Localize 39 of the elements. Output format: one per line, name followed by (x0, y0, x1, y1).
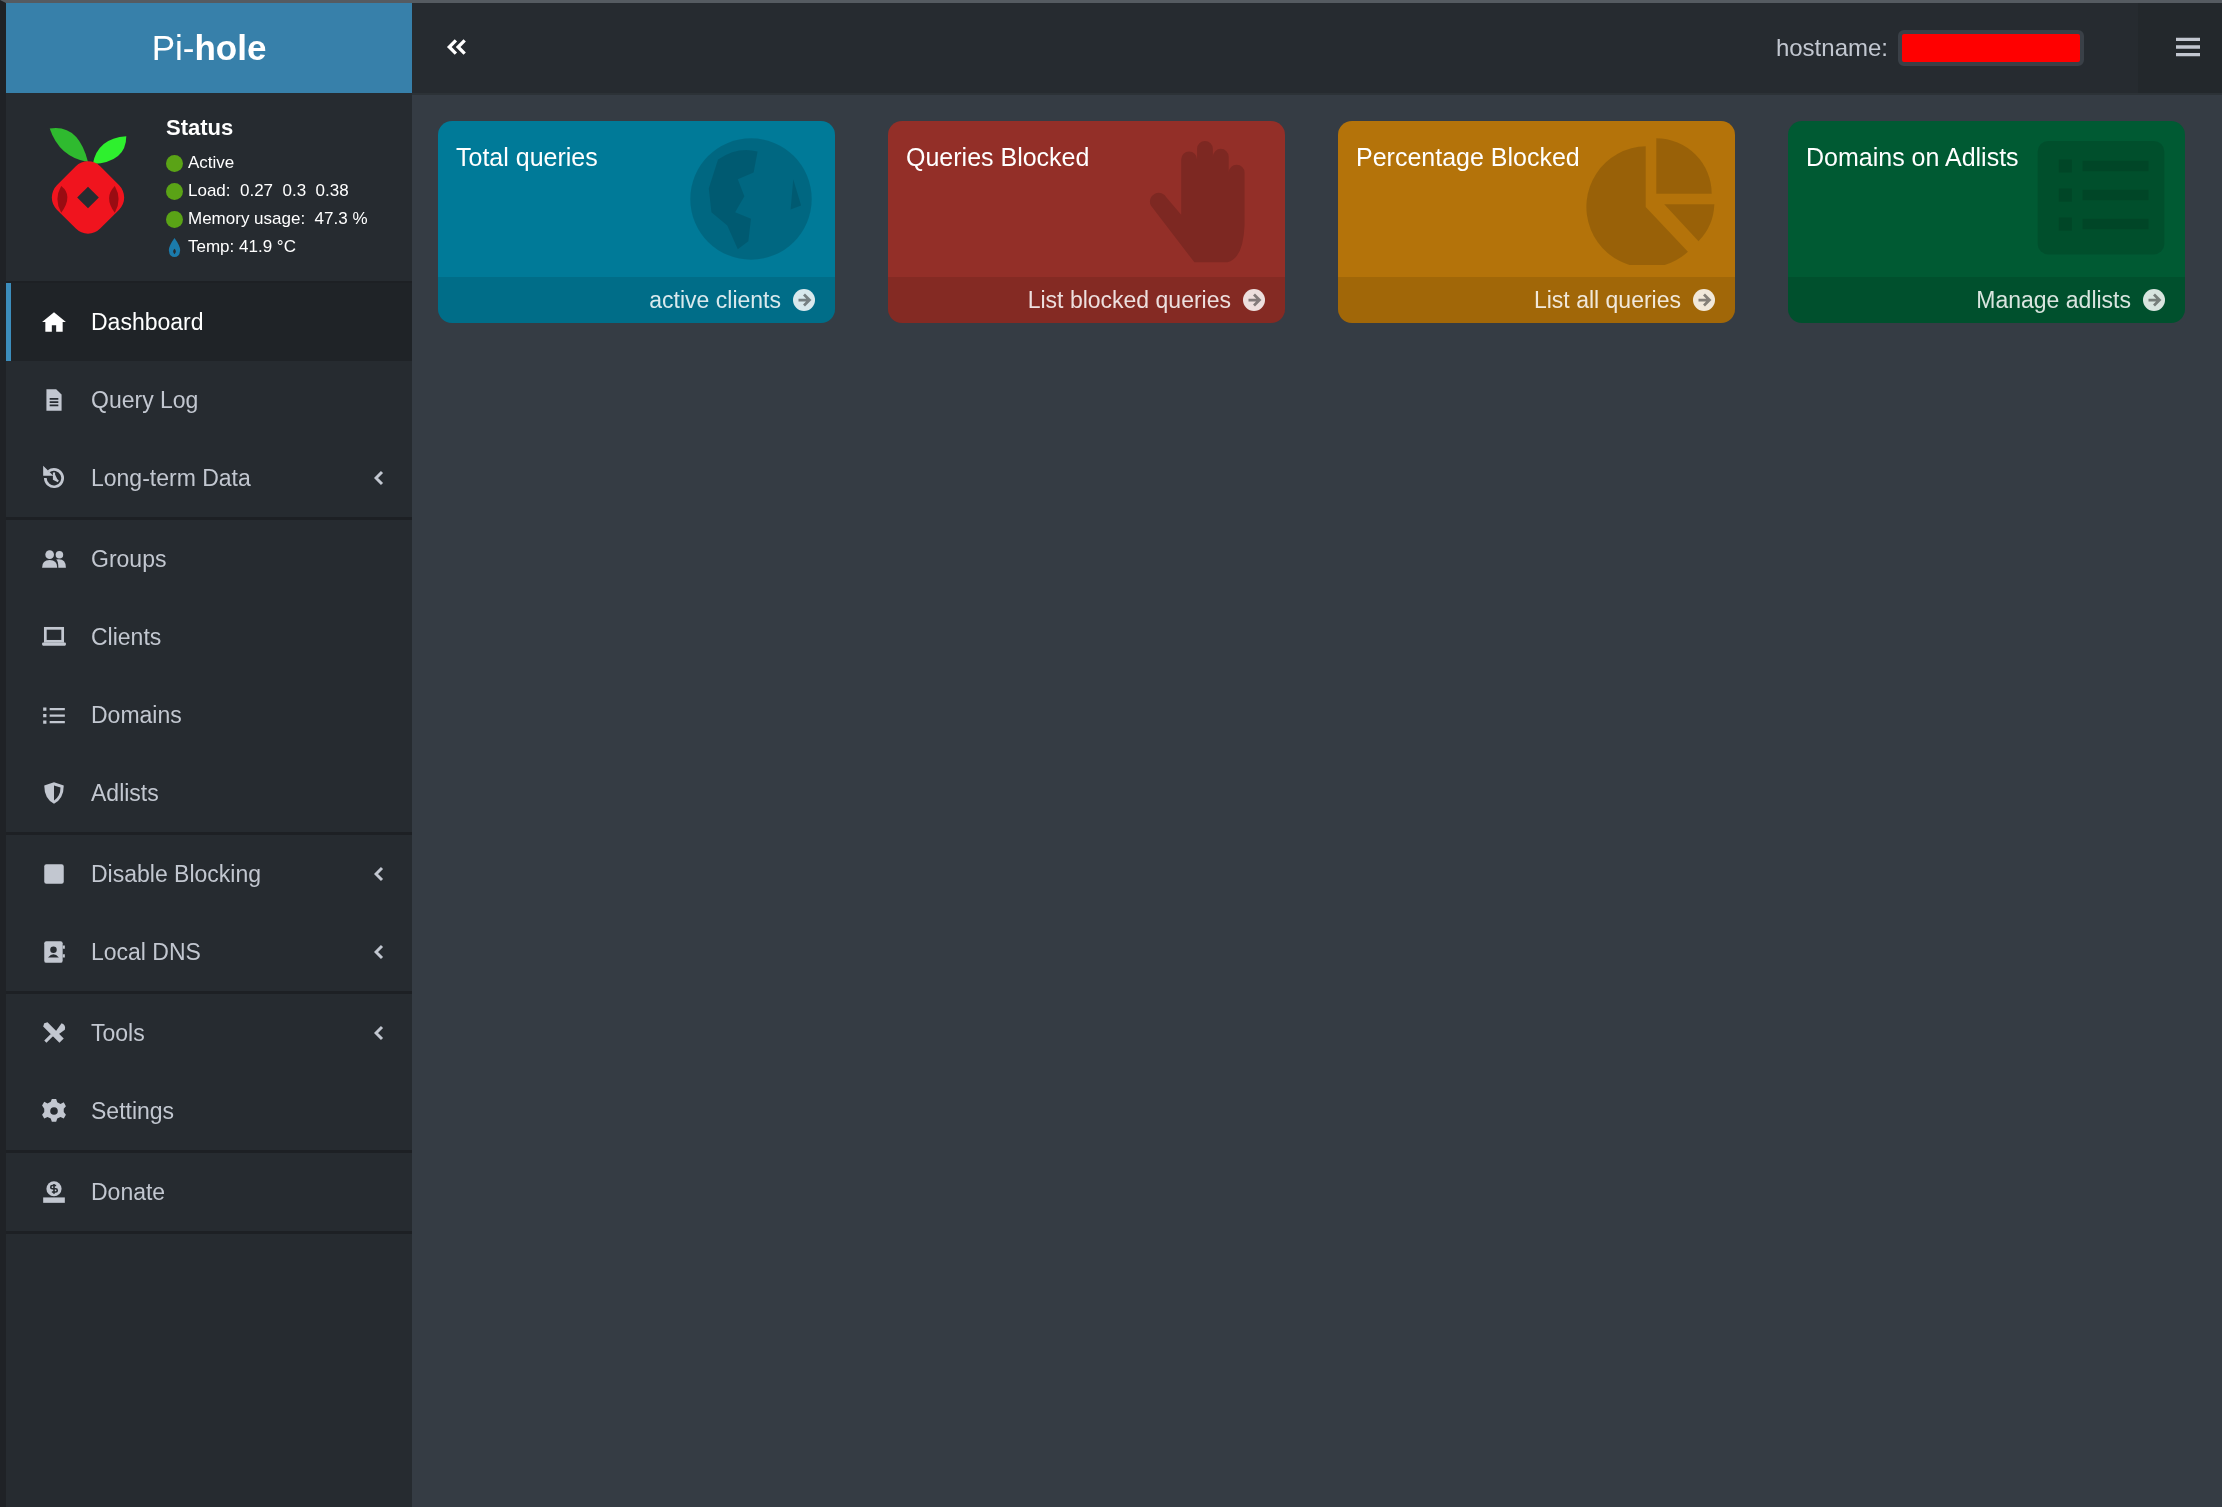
arrow-circle-right-icon (793, 289, 815, 311)
status-text: Temp: 41.9 °C (188, 237, 296, 257)
arrow-circle-right-icon (1693, 289, 1715, 311)
card-title: Percentage Blocked (1356, 143, 1580, 173)
sidebar-item[interactable]: Adlists (6, 754, 412, 832)
card-footer-link[interactable]: List all queries (1338, 277, 1735, 323)
history-icon (41, 465, 67, 491)
card-footer-link[interactable]: active clients (438, 277, 835, 323)
card-title: Queries Blocked (906, 143, 1090, 173)
arrow-circle-right-icon (1243, 289, 1265, 311)
brand-logo-text[interactable]: Pi-hole (6, 3, 412, 93)
sidebar-item[interactable]: Settings (6, 1072, 412, 1150)
sidebar-item[interactable]: Tools (6, 994, 412, 1072)
shield-icon (41, 780, 67, 806)
status-text: Load: 0.27 0.3 0.38 (188, 181, 349, 201)
status-text: Memory usage: 47.3 % (188, 209, 368, 229)
sidebar-item[interactable]: Disable Blocking (6, 835, 412, 913)
sidebar-item[interactable]: Dashboard (6, 283, 412, 361)
sidebar-item[interactable]: Clients (6, 598, 412, 676)
card-footer-link[interactable]: List blocked queries (888, 277, 1285, 323)
sidebar-item[interactable]: Query Log (6, 361, 412, 439)
card-footer-link[interactable]: Manage adlists (1788, 277, 2185, 323)
double-chevron-left-icon (446, 37, 468, 56)
card-title: Total queries (456, 143, 598, 173)
hostname-label: hostname: (1775, 34, 1888, 62)
sidebar-item[interactable]: Groups (6, 520, 412, 598)
status-text: Active (188, 153, 235, 173)
sidebar-item[interactable]: Donate (6, 1153, 412, 1231)
sidebar-item[interactable]: Long-term Data (6, 439, 412, 517)
arrow-circle-right-icon (2143, 289, 2165, 311)
menu-icon (2176, 36, 2200, 57)
square-icon (41, 861, 67, 887)
donate-icon (41, 1179, 67, 1205)
card-title: Domains on Adlists (1806, 143, 2019, 173)
sidebar-item[interactable]: Local DNS (6, 913, 412, 991)
sidebar-item[interactable]: Domains (6, 676, 412, 754)
settings-icon (41, 1098, 67, 1124)
contact-icon (41, 939, 67, 965)
status-title: Status (166, 115, 235, 141)
